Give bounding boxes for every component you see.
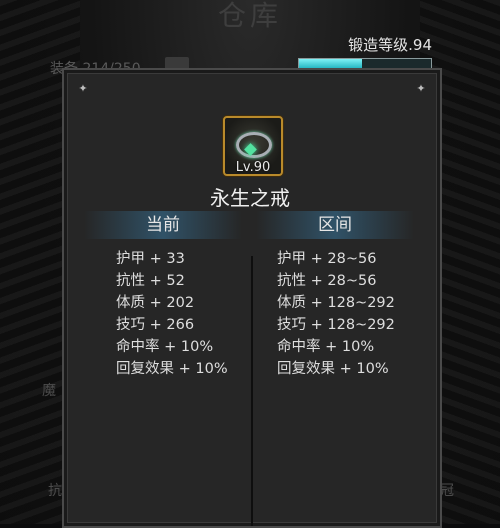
range-column-header: 区间: [256, 211, 414, 239]
forge-level-label: 锻造等级.94: [348, 36, 432, 54]
item-tooltip-panel: ✦ ✦ Lv.90 永生之戒 当前 区间 护甲 + 33 抗性 + 52 体质 …: [62, 68, 442, 528]
range-stat: 护甲 + 28~56: [277, 251, 377, 267]
corner-ornament-icon: ✦: [78, 82, 88, 95]
ring-icon: [236, 132, 272, 158]
item-slot[interactable]: Lv.90: [223, 116, 283, 176]
current-stat: 体质 + 202: [116, 295, 195, 311]
range-stat: 体质 + 128~292: [277, 295, 395, 311]
item-name: 永生之戒: [210, 186, 290, 210]
current-stat: 命中率 + 10%: [116, 339, 214, 355]
current-stat: 护甲 + 33: [116, 251, 185, 267]
background-side-label: 抗: [48, 483, 62, 499]
background-side-label: 冠: [440, 483, 454, 499]
range-stats-list: 护甲 + 28~56 抗性 + 28~56 体质 + 128~292 技巧 + …: [277, 248, 395, 380]
range-stat: 命中率 + 10%: [277, 339, 375, 355]
current-column-header: 当前: [84, 211, 242, 239]
current-stats-list: 护甲 + 33 抗性 + 52 体质 + 202 技巧 + 266 命中率 + …: [116, 248, 228, 380]
range-stat: 回复效果 + 10%: [277, 361, 389, 377]
range-stat: 技巧 + 128~292: [277, 317, 395, 333]
warehouse-title: 仓库: [217, 0, 282, 32]
current-stat: 抗性 + 52: [116, 273, 185, 289]
current-stat: 回复效果 + 10%: [116, 361, 228, 377]
range-stat: 抗性 + 28~56: [277, 273, 377, 289]
item-level: Lv.90: [235, 160, 271, 175]
background-side-label: 魔: [42, 383, 56, 399]
column-divider: [251, 256, 253, 526]
forge-progress-fill: [299, 59, 363, 68]
corner-ornament-icon: ✦: [416, 82, 426, 95]
current-stat: 技巧 + 266: [116, 317, 195, 333]
forge-level: 锻造等级.94: [298, 34, 432, 69]
